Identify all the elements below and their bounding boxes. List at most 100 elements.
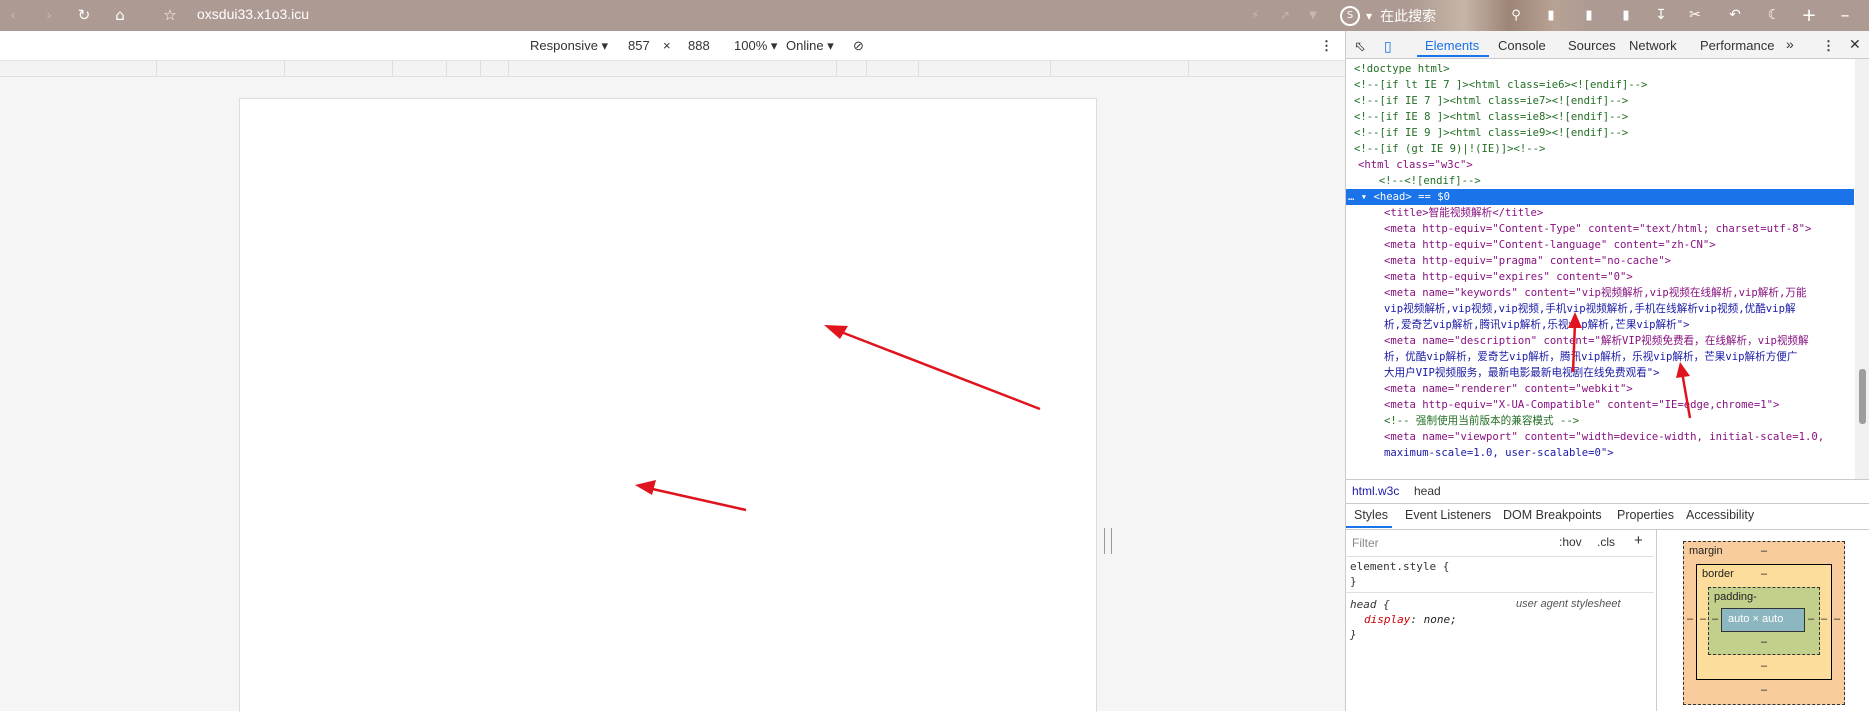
dom-node[interactable]: <!--[if IE 9 ]><html class=ie9><![endif]… — [1346, 125, 1854, 141]
forward-icon[interactable]: › — [38, 4, 60, 26]
styles-filter-input[interactable]: Filter — [1352, 536, 1379, 550]
dom-node-selected[interactable]: … ▾ <head> == $0 — [1346, 189, 1854, 205]
padding-label: padding- — [1714, 591, 1757, 603]
dom-node[interactable]: <!--[if IE 8 ]><html class=ie8><![endif]… — [1346, 109, 1854, 125]
minimize-icon[interactable]: – — [1834, 4, 1856, 26]
inspect-icon[interactable]: ⬁ — [1354, 38, 1366, 55]
dom-node[interactable]: <!--[if lt IE 7 ]><html class=ie6><![end… — [1346, 77, 1854, 93]
border-left-value: – — [1700, 613, 1707, 625]
dom-tree[interactable]: <!doctype html> <!--[if lt IE 7 ]><html c… — [1346, 59, 1854, 479]
dom-node[interactable]: 析,爱奇艺vip解析,腾讯vip解析,乐视vip解析,芒果vip解析"> — [1346, 317, 1854, 333]
extension-icon[interactable]: ▮ — [1540, 4, 1562, 26]
share-icon[interactable]: ↗ — [1274, 4, 1296, 26]
border-bottom-value: – — [1761, 660, 1768, 672]
rule-close: } — [1350, 575, 1357, 588]
undo-icon[interactable]: ↶ — [1724, 4, 1746, 26]
close-icon[interactable]: ✕ — [1849, 36, 1861, 53]
dom-node[interactable]: <!--<![endif]--> — [1346, 173, 1854, 189]
cls-button[interactable]: .cls — [1597, 535, 1615, 549]
browser-toolbar: ‹ › ↻ ⌂ ☆ oxsdui33.x1o3.icu ⚡ ↗ ▼ S ▼ 在此… — [0, 0, 1869, 31]
zoom-select[interactable]: 100% ▾ — [734, 38, 777, 54]
network-throttle-select[interactable]: Online ▾ — [786, 38, 834, 54]
tab-network[interactable]: Network — [1629, 38, 1677, 53]
dom-node[interactable]: <html class="w3c"> — [1346, 157, 1854, 173]
tab-event-listeners[interactable]: Event Listeners — [1405, 508, 1491, 522]
breadcrumb-html[interactable]: html.w3c — [1352, 484, 1399, 498]
dom-node[interactable]: <meta http-equiv="expires" content="0"> — [1346, 269, 1854, 285]
device-toggle-icon[interactable]: ▯ — [1384, 38, 1392, 55]
new-rule-button[interactable]: + — [1634, 532, 1643, 549]
dom-node[interactable]: vip视频解析,vip视频,vip视频,手机vip视频解析,手机在线解析vip视… — [1346, 301, 1854, 317]
moon-icon[interactable]: ☾ — [1763, 4, 1785, 26]
rule-close: } — [1350, 628, 1357, 641]
device-toolbar: Responsive ▾ 857 × 888 100% ▾ Online ▾ ⊘… — [0, 31, 1345, 61]
devtools-panel: ⬁ ▯ Elements Console Sources Network Per… — [1345, 31, 1869, 711]
search-skin-decoration — [1410, 0, 1590, 31]
search-icon[interactable]: ⚲ — [1505, 4, 1527, 26]
tab-elements[interactable]: Elements — [1425, 38, 1479, 53]
star-icon[interactable]: ☆ — [159, 4, 181, 26]
more-tabs-button[interactable]: » — [1786, 36, 1794, 52]
download-icon[interactable]: ↧ — [1650, 4, 1672, 26]
dom-node[interactable]: <meta name="keywords" content="vip视频解析,v… — [1346, 285, 1854, 301]
dom-node[interactable]: <!-- 强制使用当前版本的兼容模式 --> — [1346, 413, 1854, 429]
search-box[interactable]: S ▼ 在此搜索 — [1340, 5, 1436, 27]
dom-node[interactable]: 大用户VIP视频服务，最新电影最新电视剧在线免费观看"> — [1346, 365, 1854, 381]
dom-node[interactable]: <title>智能视频解析</title> — [1346, 205, 1854, 221]
home-icon[interactable]: ⌂ — [109, 4, 131, 26]
viewport-width-input[interactable]: 857 — [628, 38, 650, 53]
breadcrumb-head[interactable]: head — [1414, 484, 1441, 498]
margin-bottom-value: – — [1761, 684, 1768, 696]
reload-icon[interactable]: ↻ — [73, 4, 95, 26]
chevron-down-icon[interactable]: ▼ — [1302, 4, 1324, 26]
head-rule-selector[interactable]: head { — [1350, 597, 1390, 612]
address-bar[interactable]: oxsdui33.x1o3.icu — [197, 6, 309, 22]
hov-button[interactable]: :hov — [1559, 535, 1582, 549]
tab-sources[interactable]: Sources — [1568, 38, 1616, 53]
emulated-page[interactable] — [239, 98, 1097, 712]
tab-dom-breakpoints[interactable]: DOM Breakpoints — [1503, 508, 1602, 522]
dom-node[interactable]: <meta name="renderer" content="webkit"> — [1346, 381, 1854, 397]
rule-source: user agent stylesheet — [1516, 598, 1621, 610]
kebab-menu-icon[interactable]: ⋮ — [1822, 38, 1835, 54]
resize-handle[interactable] — [1104, 528, 1112, 554]
rotate-icon[interactable]: ⊘ — [853, 38, 864, 54]
scissors-icon[interactable]: ✂ — [1684, 4, 1706, 26]
tab-console[interactable]: Console — [1498, 38, 1546, 53]
search-placeholder: 在此搜索 — [1380, 9, 1437, 25]
margin-right-value: – — [1834, 613, 1841, 625]
dom-node[interactable]: <meta name="viewport" content="width=dev… — [1346, 429, 1854, 445]
tab-styles[interactable]: Styles — [1354, 508, 1388, 522]
device-mode-select[interactable]: Responsive ▾ — [530, 38, 608, 54]
search-engine-icon: S — [1340, 6, 1360, 26]
back-icon[interactable]: ‹ — [2, 4, 24, 26]
padding-bottom-value: – — [1761, 636, 1768, 648]
new-tab-icon[interactable]: + — [1798, 4, 1820, 26]
dom-node[interactable]: 析，优酷vip解析，爱奇艺vip解析，腾讯vip解析，乐视vip解析，芒果vip… — [1346, 349, 1854, 365]
extension-icon[interactable]: ▮ — [1578, 4, 1600, 26]
styles-pane: element.style { } head { user agent styl… — [1346, 557, 1654, 711]
border-label: border — [1702, 568, 1734, 580]
devtools-tab-bar: ⬁ ▯ Elements Console Sources Network Per… — [1346, 31, 1869, 59]
tab-accessibility[interactable]: Accessibility — [1686, 508, 1754, 522]
dom-node[interactable]: <!doctype html> — [1346, 61, 1854, 77]
dom-node[interactable]: <!--[if IE 7 ]><html class=ie7><![endif]… — [1346, 93, 1854, 109]
dom-node[interactable]: <meta http-equiv="X-UA-Compatible" conte… — [1346, 397, 1854, 413]
times-sign: × — [663, 38, 671, 53]
rule-declaration[interactable]: display: none; — [1364, 612, 1457, 627]
tab-properties[interactable]: Properties — [1617, 508, 1674, 522]
dom-node[interactable]: <!--[if (gt IE 9)|!(IE)]><!--> — [1346, 141, 1854, 157]
element-style-rule[interactable]: element.style { — [1350, 559, 1449, 574]
lightning-icon[interactable]: ⚡ — [1244, 4, 1266, 26]
tab-performance[interactable]: Performance — [1700, 38, 1774, 53]
extension-icon[interactable]: ▮ — [1615, 4, 1637, 26]
dom-scrollbar[interactable] — [1855, 59, 1869, 479]
dom-node[interactable]: <meta name="description" content="解析VIP视… — [1346, 333, 1854, 349]
dom-node[interactable]: <meta http-equiv="Content-Type" content=… — [1346, 221, 1854, 237]
dom-node[interactable]: <meta http-equiv="Content-language" cont… — [1346, 237, 1854, 253]
kebab-menu-icon[interactable]: ⋮ — [1320, 38, 1333, 54]
viewport-height-input[interactable]: 888 — [688, 38, 710, 53]
dom-node[interactable]: <meta http-equiv="pragma" content="no-ca… — [1346, 253, 1854, 269]
dom-node[interactable]: maximum-scale=1.0, user-scalable=0"> — [1346, 445, 1854, 461]
margin-left-value: – — [1687, 613, 1694, 625]
